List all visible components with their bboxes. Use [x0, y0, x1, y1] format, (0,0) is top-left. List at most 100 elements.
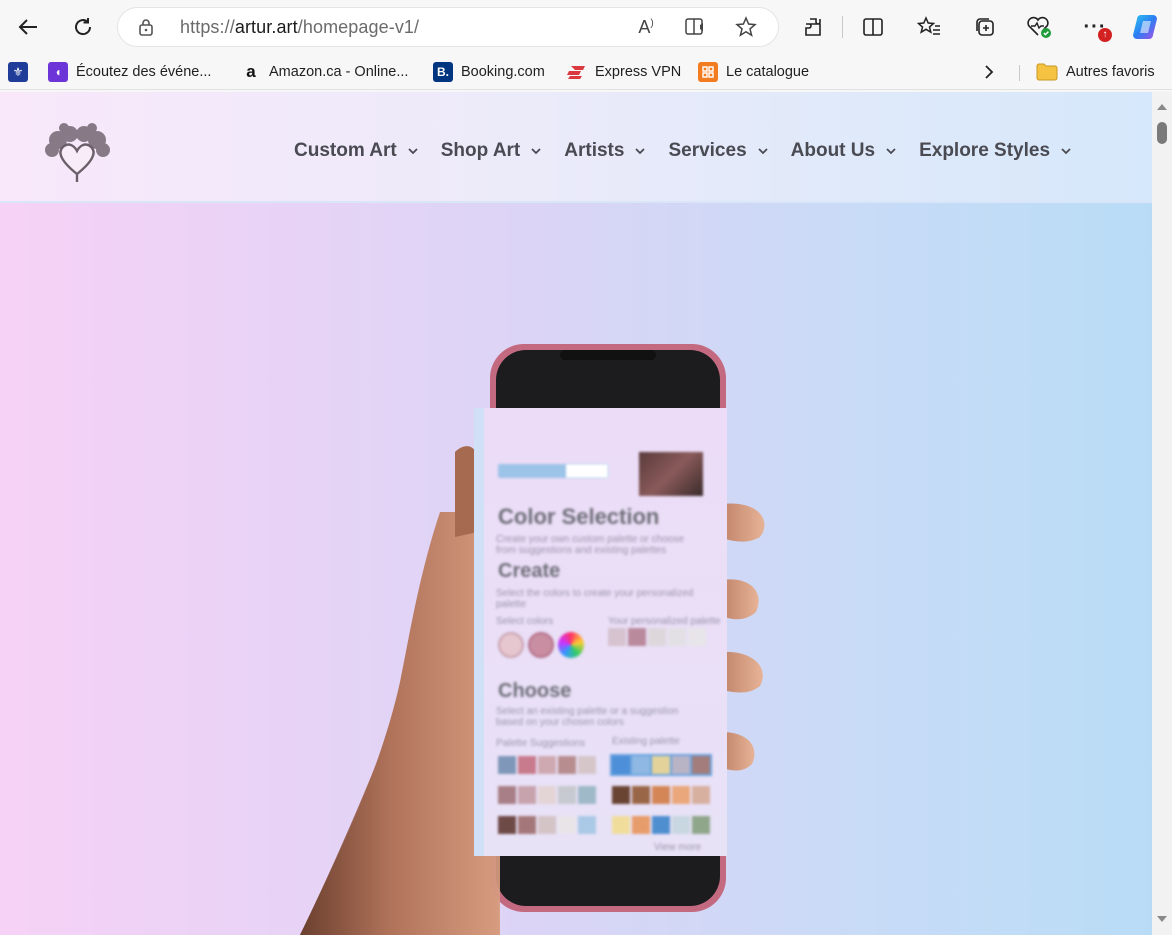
folder-icon [1036, 63, 1058, 81]
view-more-link[interactable]: View more [654, 842, 701, 853]
chevron-right-icon [985, 65, 994, 79]
scroll-up-arrow-icon[interactable] [1156, 102, 1168, 112]
copilot-icon [1133, 15, 1157, 39]
suggestion-row-3 [498, 816, 596, 834]
existing-row-3[interactable] [612, 816, 710, 834]
scroll-down-arrow-icon[interactable] [1156, 914, 1168, 924]
podcast-icon: ◖ [48, 62, 68, 82]
refresh-icon [75, 18, 92, 36]
bookmark-podcast[interactable]: ◖ Écoutez des événe... [48, 60, 211, 84]
bookmark-label: Écoutez des événe... [76, 64, 212, 80]
toolbar-divider [842, 16, 843, 38]
nav-shop-art[interactable]: Shop Art [441, 140, 543, 162]
bookmark-expressvpn[interactable]: Express VPN [567, 60, 681, 84]
lock-icon[interactable] [138, 18, 154, 36]
address-bar[interactable]: https://artur.art/homepage-v1/ A) [118, 8, 778, 46]
thumbnail-image [639, 452, 703, 496]
collections-button[interactable] [968, 10, 1002, 44]
site-header: Custom Art Shop Art Artists Services Abo… [0, 92, 1152, 203]
extensions-icon [805, 18, 821, 36]
screen-edge [474, 408, 484, 856]
bookmark-booking[interactable]: B. Booking.com [433, 60, 545, 84]
read-aloud-icon: A) [638, 16, 654, 37]
nav-custom-art[interactable]: Custom Art [294, 140, 419, 162]
bookmarks-divider [1019, 65, 1020, 81]
phone-app-screen: Color Selection Create your own custom p… [474, 408, 727, 856]
favorites-icon [917, 16, 940, 35]
amazon-icon: a [246, 62, 256, 81]
chevron-down-icon [408, 148, 418, 155]
more-button[interactable]: ··· ↑ [1078, 10, 1112, 44]
nav-label: Artists [564, 140, 625, 161]
split-screen-icon [863, 18, 883, 36]
nav-label: Explore Styles [919, 140, 1051, 161]
nav-label: Services [668, 140, 747, 161]
main-nav: Custom Art Shop Art Artists Services Abo… [294, 140, 1094, 162]
nav-label: Shop Art [440, 140, 521, 161]
screen-title-choose: Choose [498, 680, 572, 702]
quebec-flag-icon: ⚜ [8, 62, 28, 82]
immersive-reader-icon [685, 18, 703, 35]
browser-toolbar: https://artur.art/homepage-v1/ A) ··· ↑ [0, 0, 1172, 54]
existing-row-2[interactable] [612, 786, 710, 804]
color-circle-2 [528, 632, 554, 658]
expressvpn-icon [567, 62, 587, 82]
nav-label: Custom Art [294, 140, 397, 161]
hand-lower [300, 592, 500, 935]
suggestion-row-2 [498, 786, 596, 804]
split-screen-button[interactable] [856, 10, 890, 44]
bookmark-label: Le catalogue [726, 64, 810, 80]
url-text[interactable]: https://artur.art/homepage-v1/ [180, 17, 419, 38]
nav-about-us[interactable]: About Us [791, 140, 897, 162]
more-bookmarks-button[interactable] [982, 60, 996, 84]
label-personalized-palette: Your personalized palette [608, 616, 721, 627]
bookmark-label: Autres favoris [1066, 64, 1155, 80]
bookmarks-bar: ⚜ ◖ Écoutez des événe... a Amazon.ca - O… [0, 54, 1172, 90]
other-favorites-folder[interactable]: Autres favoris [1036, 60, 1155, 84]
label-existing-palette: Existing palette [612, 736, 680, 747]
progress-bar-rest [566, 464, 608, 478]
browser-essentials-button[interactable] [1022, 10, 1056, 44]
nav-services[interactable]: Services [668, 140, 768, 162]
bookmark-catalogue[interactable]: Le catalogue [698, 60, 809, 84]
color-circle-1 [498, 632, 524, 658]
suggestion-row-1 [498, 756, 596, 774]
label-select-colors: Select colors [496, 616, 554, 627]
add-favorite-button[interactable] [734, 16, 758, 38]
nav-explore-styles[interactable]: Explore Styles [919, 140, 1072, 162]
nav-artists[interactable]: Artists [564, 140, 646, 162]
booking-icon: B. [433, 62, 453, 82]
finger-2 [722, 579, 759, 620]
scrollbar-thumb[interactable] [1157, 122, 1167, 144]
read-aloud-button[interactable]: A) [634, 16, 658, 38]
personalized-swatches [608, 628, 706, 646]
chevron-down-icon [1061, 148, 1071, 155]
copilot-button[interactable] [1130, 10, 1164, 44]
screen-title-color-selection: Color Selection [498, 504, 660, 529]
bookmark-amazon[interactable]: a Amazon.ca - Online... [241, 60, 408, 84]
chevron-down-icon [531, 148, 541, 155]
chevron-down-icon [886, 148, 896, 155]
artur-logo-icon[interactable] [40, 122, 116, 184]
nav-label: About Us [790, 140, 876, 161]
screen-text-3: Select an existing palette or a suggesti… [496, 706, 679, 728]
favorite-star-icon [735, 16, 757, 37]
screen-text-2: Select the colors to create your persona… [496, 588, 694, 610]
refresh-button[interactable] [66, 10, 100, 44]
immersive-reader-button[interactable] [684, 16, 708, 38]
page-scrollbar[interactable] [1152, 92, 1172, 935]
bookmark-quebec[interactable]: ⚜ [8, 60, 28, 84]
chevron-down-icon [635, 148, 646, 155]
bookmark-label: Booking.com [461, 64, 545, 80]
bookmark-label: Amazon.ca - Online... [269, 64, 409, 80]
screen-title-create: Create [498, 560, 561, 582]
page-viewport: Color Selection Create your own custom p… [0, 92, 1152, 935]
back-button[interactable] [11, 10, 45, 44]
color-circle-picker [558, 632, 584, 658]
collections-icon [976, 18, 994, 36]
catalogue-icon [698, 62, 718, 82]
screen-text-1: Create your own custom palette or choose… [496, 534, 684, 556]
extensions-button[interactable] [796, 10, 830, 44]
existing-row-1[interactable] [610, 754, 712, 776]
favorites-button[interactable] [912, 10, 946, 44]
